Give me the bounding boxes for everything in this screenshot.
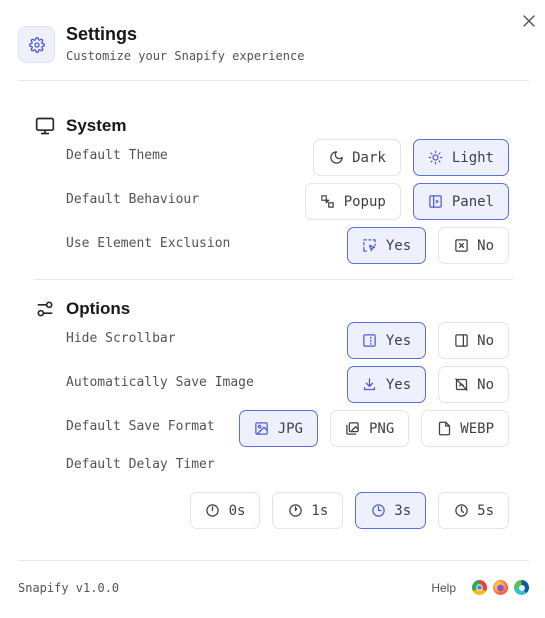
format-jpg-label: JPG — [277, 420, 303, 437]
theme-light-label: Light — [451, 149, 494, 166]
moon-icon — [328, 150, 344, 166]
header-divider — [18, 80, 529, 81]
section-options: Options — [34, 297, 130, 321]
popup-icon — [320, 194, 336, 210]
delay-0s-label: 0s — [228, 502, 246, 519]
delay-1s-button[interactable]: 1s — [272, 492, 344, 529]
scrollbar-yes-button[interactable]: Yes — [346, 322, 427, 359]
footer-divider — [18, 560, 529, 561]
dashed-scrollbar-icon — [362, 333, 378, 349]
panel-icon — [428, 194, 444, 210]
exclusion-no-button[interactable]: No — [438, 227, 509, 264]
version-text: Snapify v1.0.0 — [18, 581, 120, 595]
format-jpg-button[interactable]: JPG — [238, 410, 318, 447]
section-divider — [34, 279, 513, 280]
settings-logo — [18, 26, 55, 63]
clock-icon — [287, 503, 303, 519]
scrollbar-no-label: No — [477, 332, 494, 349]
section-title-system: System — [66, 116, 127, 135]
behaviour-options: Popup Panel — [304, 183, 509, 220]
clock-icon — [370, 503, 386, 519]
header: Settings Customize your Snapify experien… — [18, 24, 529, 68]
format-webp-label: WEBP — [460, 420, 494, 437]
download-icon — [362, 377, 378, 393]
delay-1s-label: 1s — [311, 502, 329, 519]
page-title: Settings — [66, 24, 138, 44]
theme-light-button[interactable]: Light — [412, 139, 509, 176]
scrollbar-yes-label: Yes — [385, 332, 412, 349]
format-png-label: PNG — [368, 420, 395, 437]
autosave-options: Yes No — [346, 366, 509, 403]
help-link[interactable]: Help — [431, 581, 456, 595]
autosave-no-label: No — [477, 376, 494, 393]
exclusion-yes-label: Yes — [385, 237, 412, 254]
label-hide-scrollbar: Hide Scrollbar — [66, 331, 176, 346]
delay-3s-label: 3s — [394, 502, 412, 519]
clock-icon — [453, 503, 469, 519]
label-default-behaviour: Default Behaviour — [66, 192, 200, 207]
label-save-format: Default Save Format — [66, 419, 215, 434]
autosave-no-button[interactable]: No — [438, 366, 509, 403]
behaviour-popup-button[interactable]: Popup — [304, 183, 401, 220]
scrollbar-no-button[interactable]: No — [438, 322, 509, 359]
page-subtitle: Customize your Snapify experience — [66, 49, 305, 63]
delay-options: 0s 1s 3s 5s — [189, 492, 509, 529]
autosave-yes-button[interactable]: Yes — [346, 366, 427, 403]
images-icon — [345, 421, 361, 437]
section-system: System — [34, 114, 126, 138]
firefox-icon[interactable] — [493, 580, 508, 595]
footer-links: Help — [431, 580, 529, 595]
scrollbar-icon — [453, 333, 469, 349]
scrollbar-options: Yes No — [346, 322, 509, 359]
label-auto-save: Automatically Save Image — [66, 375, 254, 390]
x-square-icon — [453, 238, 469, 254]
image-icon — [254, 421, 270, 437]
chrome-icon[interactable] — [472, 580, 487, 595]
clock-icon — [205, 503, 221, 519]
label-element-exclusion: Use Element Exclusion — [66, 236, 231, 251]
no-save-icon — [453, 377, 469, 393]
delay-3s-button[interactable]: 3s — [355, 492, 427, 529]
theme-dark-label: Dark — [352, 149, 386, 166]
behaviour-popup-label: Popup — [343, 193, 386, 210]
theme-dark-button[interactable]: Dark — [313, 139, 401, 176]
gear-icon — [28, 36, 45, 53]
format-png-button[interactable]: PNG — [329, 410, 410, 447]
selection-pointer-icon — [362, 238, 378, 254]
autosave-yes-label: Yes — [385, 376, 412, 393]
delay-5s-label: 5s — [477, 502, 494, 519]
edge-icon[interactable] — [514, 580, 529, 595]
exclusion-options: Yes No — [346, 227, 509, 264]
format-options: JPG PNG WEBP — [238, 410, 509, 447]
behaviour-panel-label: Panel — [451, 193, 494, 210]
sun-icon — [428, 150, 444, 166]
format-webp-button[interactable]: WEBP — [421, 410, 509, 447]
behaviour-panel-button[interactable]: Panel — [412, 183, 509, 220]
monitor-icon — [34, 115, 56, 137]
file-icon — [436, 421, 452, 437]
sliders-icon — [34, 298, 56, 320]
label-default-theme: Default Theme — [66, 148, 168, 163]
section-title-options: Options — [66, 299, 131, 318]
theme-options: Dark Light — [313, 139, 509, 176]
label-delay-timer: Default Delay Timer — [66, 457, 215, 472]
exclusion-yes-button[interactable]: Yes — [346, 227, 427, 264]
delay-0s-button[interactable]: 0s — [189, 492, 261, 529]
delay-5s-button[interactable]: 5s — [438, 492, 509, 529]
exclusion-no-label: No — [477, 237, 494, 254]
